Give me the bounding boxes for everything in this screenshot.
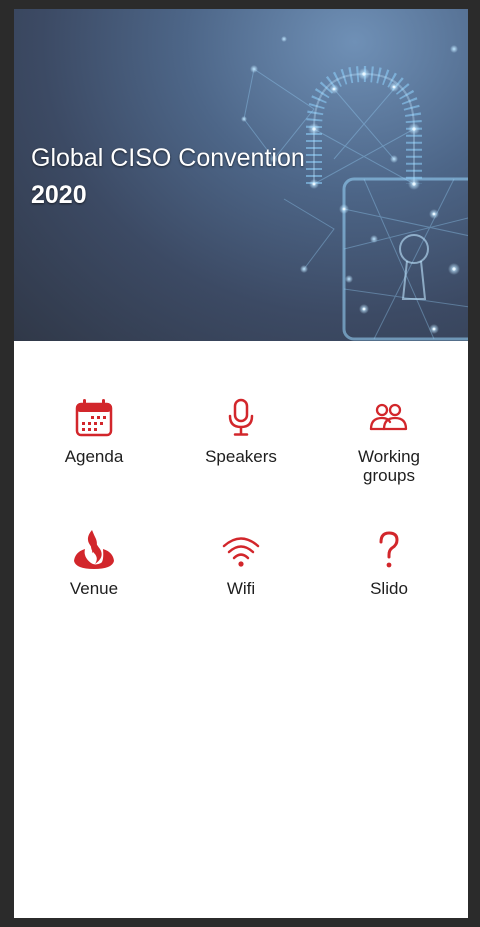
menu-item-speakers[interactable]: Speakers <box>166 395 316 466</box>
menu-label-speakers: Speakers <box>205 447 277 466</box>
menu-item-agenda[interactable]: Agenda <box>19 395 169 466</box>
menu-label-slido: Slido <box>370 579 408 598</box>
event-year: 2020 <box>31 181 87 209</box>
wifi-icon <box>222 537 260 567</box>
santander-flame-icon <box>74 530 114 569</box>
calendar-icon <box>75 399 113 437</box>
menu-item-slido[interactable]: Slido <box>314 527 464 598</box>
menu-label-working-groups: Working groups <box>357 447 421 485</box>
event-title: Global CISO Convention <box>31 144 305 172</box>
people-icon <box>369 403 408 431</box>
app-screen: Global CISO Convention 2020 Agenda Speak… <box>14 9 468 918</box>
menu-item-venue[interactable]: Venue <box>19 527 169 598</box>
microphone-icon <box>228 398 254 436</box>
padlock-network-illustration <box>241 36 468 341</box>
menu-label-agenda: Agenda <box>64 447 124 466</box>
menu-label-wifi: Wifi <box>226 579 256 598</box>
hero-banner: Global CISO Convention 2020 <box>14 9 468 341</box>
question-mark-icon <box>379 531 399 568</box>
menu-item-wifi[interactable]: Wifi <box>166 527 316 598</box>
menu-label-venue: Venue <box>69 579 119 598</box>
menu-item-working-groups[interactable]: Working groups <box>314 395 464 485</box>
